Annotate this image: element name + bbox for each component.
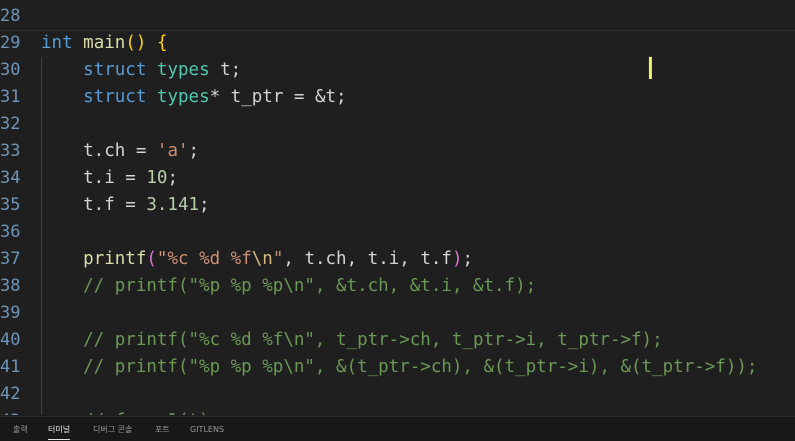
tab-gitlens[interactable]: GITLENS [190, 424, 224, 436]
code-line[interactable]: 36 [0, 219, 795, 246]
tab-debug-console[interactable]: 디버그 콘솔 [93, 424, 132, 436]
code-text: int main() { [41, 30, 167, 57]
tab-ports[interactable]: 포트 [155, 424, 170, 436]
code-text: // printf("%p %p %p\n", &(t_ptr->ch), &(… [41, 354, 757, 381]
code-token: 10 [146, 168, 168, 188]
code-token: // printf("%p %p %p\n", &(t_ptr->ch), &(… [41, 357, 758, 377]
line-number: 38 [0, 276, 21, 296]
line-number: 40 [0, 330, 21, 350]
line-number: 34 [0, 168, 21, 188]
line-number: 42 [0, 384, 21, 404]
line-number: 39 [0, 303, 21, 323]
code-line[interactable]: 33 t.ch = 'a'; [0, 138, 795, 165]
code-line[interactable]: 37 printf("%c %d %f\n", t.ch, t.i, t.f); [0, 246, 795, 273]
code-token: " [272, 249, 284, 269]
code-token: // func_1(t) [41, 411, 209, 415]
code-token: t.f = [41, 195, 147, 215]
code-text: t.ch = 'a'; [41, 138, 199, 165]
line-number: 35 [0, 195, 21, 215]
line-number: 43 [0, 408, 30, 415]
code-token: t.ch = [41, 141, 157, 161]
code-token: ; [199, 195, 210, 215]
code-line[interactable]: 38 // printf("%p %p %p\n", &t.ch, &t.i, … [0, 273, 795, 300]
tab-output[interactable]: 출력 [13, 424, 28, 436]
code-line[interactable]: 42 [0, 381, 795, 408]
code-token: ; [462, 249, 474, 269]
tab-terminal[interactable]: 터미널 [48, 424, 71, 440]
code-text: t.f = 3.141; [41, 192, 210, 219]
code-text: // printf("%p %p %p\n", &t.ch, &t.i, &t.… [41, 273, 536, 300]
code-line[interactable]: 32 [0, 111, 795, 138]
line-number: 37 [0, 249, 21, 269]
line-number: 30 [0, 60, 21, 80]
line-number: 32 [0, 114, 21, 134]
code-token: { [156, 33, 168, 53]
code-text: struct types* t_ptr = &t; [41, 84, 347, 111]
code-editor[interactable]: 28 29 int main() {30 struct types t; 31 str… [0, 0, 795, 415]
code-token: struct [83, 60, 147, 80]
code-token: 3.141 [146, 195, 200, 215]
code-token: t; [209, 60, 242, 80]
code-line[interactable]: 39 [0, 300, 795, 327]
code-token: main [83, 33, 126, 53]
code-token: int [41, 33, 73, 53]
code-line[interactable]: 40 // printf("%c %d %f\n", t_ptr->ch, t_… [0, 327, 795, 354]
code-line[interactable]: 28 [0, 3, 795, 30]
code-line[interactable]: 41 // printf("%p %p %p\n", &(t_ptr->ch),… [0, 354, 795, 381]
code-token: ; [188, 141, 200, 161]
code-token: * t_ptr = &t; [209, 87, 347, 107]
code-token: types [156, 60, 210, 80]
line-number: 36 [0, 222, 21, 242]
code-text: struct types t; [41, 57, 241, 84]
code-line[interactable]: 29 int main() { [0, 30, 795, 57]
code-token: ) [451, 249, 463, 269]
text-cursor-ibeam-icon: I [646, 52, 655, 87]
code-line[interactable]: 43 // func_1(t) [0, 408, 795, 415]
code-line[interactable]: 34 t.i = 10; [0, 165, 795, 192]
code-token: t.i = [41, 168, 147, 188]
line-number: 33 [0, 141, 21, 161]
line-number: 41 [0, 357, 21, 377]
code-token: types [156, 87, 210, 107]
code-text: // printf("%c %d %f\n", t_ptr->ch, t_ptr… [41, 327, 663, 354]
code-line[interactable]: 35 t.f = 3.141; [0, 192, 795, 219]
line-number: 28 [0, 6, 21, 26]
code-token: 'a' [156, 141, 189, 161]
code-token: "%c %d %f [156, 249, 252, 269]
code-text: // func_1(t) [41, 408, 209, 415]
code-token: ( [146, 249, 157, 269]
code-token: () [125, 33, 147, 53]
code-text: printf("%c %d %f\n", t.ch, t.i, t.f); [41, 246, 473, 273]
panel-tab-bar: 출력 터미널 디버그 콘솔 포트 GITLENS [0, 416, 795, 441]
code-token: // printf("%p %p %p\n", &t.ch, &t.i, &t.… [41, 276, 537, 296]
code-token: // printf("%c %d %f\n", t_ptr->ch, t_ptr… [41, 330, 663, 350]
code-token: struct [83, 87, 147, 107]
code-token: printf [83, 249, 147, 269]
code-token: \n [251, 249, 273, 269]
line-number: 29 [0, 33, 21, 53]
code-text: t.i = 10; [41, 165, 178, 192]
code-token: ; [167, 168, 178, 188]
code-line[interactable]: 31 struct types* t_ptr = &t; [0, 84, 795, 111]
code-token: , t.ch, t.i, t.f [283, 249, 452, 269]
code-line[interactable]: 30 struct types t; [0, 57, 795, 84]
line-number: 31 [0, 87, 21, 107]
